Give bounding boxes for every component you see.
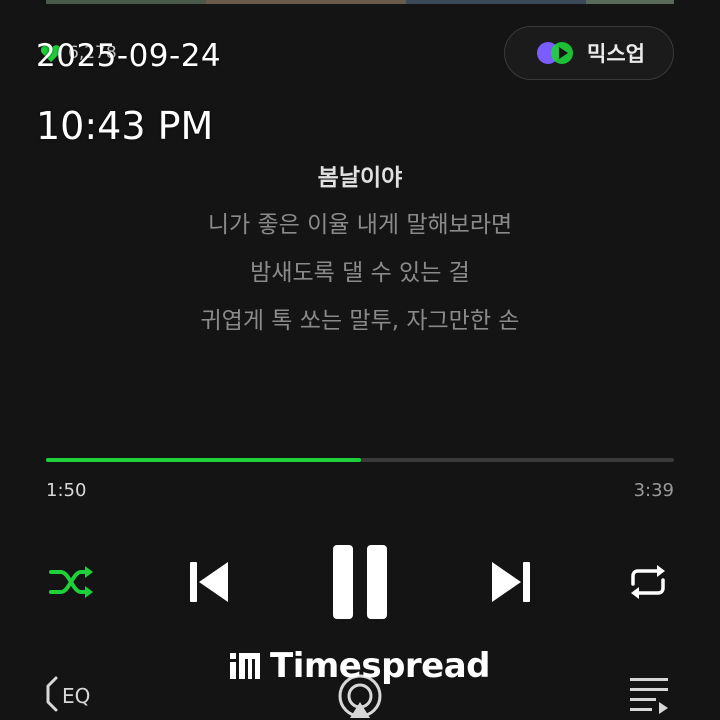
album-art-strip [46,0,674,4]
play-pause-button[interactable] [326,542,394,622]
lyric-line[interactable]: 밤새도록 댈 수 있는 걸 [0,253,720,287]
watermark-text: Timespread [270,646,491,686]
watermark: Timespread [228,646,491,686]
previous-track-button[interactable] [186,558,232,606]
seek-bar[interactable] [46,458,674,462]
lyric-line[interactable]: 귀엽게 톡 쏘는 말투, 자그만한 손 [0,301,720,335]
equalizer-icon: EQ [46,676,90,712]
elapsed-time: 1:50 [46,480,87,501]
total-time: 3:39 [633,480,674,501]
playlist-icon [630,678,668,714]
equalizer-button[interactable]: EQ [44,672,104,716]
skip-previous-icon [190,562,228,602]
shuffle-icon [49,566,93,598]
playlist-button[interactable] [626,672,672,716]
overlay-time: 10:43 PM [36,104,214,148]
mixup-button[interactable]: 믹스업 [504,26,674,80]
skip-next-icon [492,562,530,602]
overlay-date: 2025-09-24 [36,38,222,74]
shuffle-button[interactable] [46,560,98,604]
repeat-button[interactable] [624,560,672,604]
next-track-button[interactable] [488,558,534,606]
mixup-icon [537,42,574,64]
mixup-label: 믹스업 [587,42,645,66]
pause-icon [333,545,387,619]
seek-bar-fill [46,458,362,462]
lyric-current-line[interactable]: 봄날이야 [0,158,720,192]
eq-label: EQ [62,684,90,708]
timespread-logo-icon [230,653,260,679]
repeat-icon [631,565,665,599]
lyric-line[interactable]: 니가 좋은 이율 내게 말해보라면 [0,205,720,239]
